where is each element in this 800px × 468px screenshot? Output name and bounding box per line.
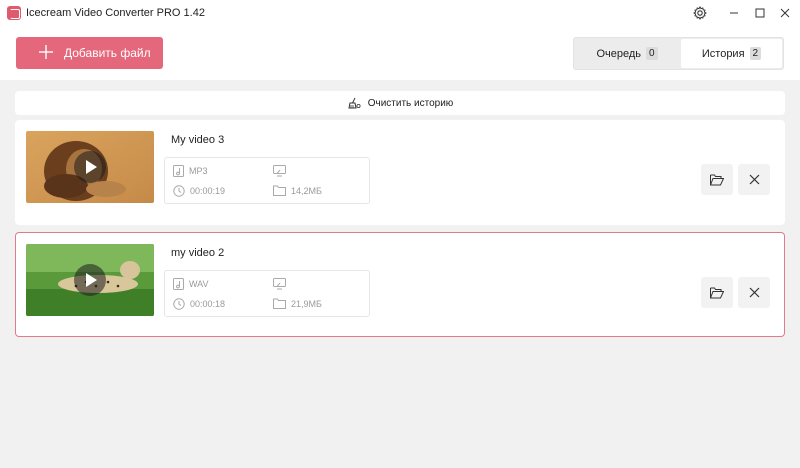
close-icon[interactable] bbox=[775, 3, 795, 23]
toolbar: Добавить файл Очередь 0 История 2 bbox=[0, 26, 800, 80]
format-info: WAV bbox=[173, 278, 209, 290]
clock-icon bbox=[173, 185, 185, 197]
close-icon bbox=[749, 287, 759, 298]
settings-icon[interactable] bbox=[690, 3, 710, 23]
plus-icon bbox=[39, 45, 53, 59]
app-title: Icecream Video Converter PRO 1.42 bbox=[26, 7, 205, 19]
clear-history-button[interactable]: Очистить историю bbox=[15, 91, 785, 115]
folder-icon bbox=[273, 185, 286, 196]
size-info: 21,9МБ bbox=[273, 298, 322, 309]
folder-icon bbox=[273, 298, 286, 309]
resolution-info bbox=[273, 165, 291, 177]
remove-item-button[interactable] bbox=[738, 277, 770, 308]
monitor-icon bbox=[273, 165, 286, 177]
music-note-icon bbox=[173, 165, 184, 177]
duration-info: 00:00:18 bbox=[173, 298, 225, 310]
add-file-label: Добавить файл bbox=[64, 46, 151, 60]
tab-history[interactable]: История 2 bbox=[681, 39, 782, 68]
video-thumbnail[interactable] bbox=[26, 131, 154, 203]
open-folder-icon bbox=[710, 287, 724, 298]
duration-value: 00:00:18 bbox=[190, 299, 226, 309]
size-info: 14,2МБ bbox=[273, 185, 322, 196]
video-meta: MP3 00:00:19 14,2МБ bbox=[164, 157, 370, 204]
close-icon bbox=[749, 174, 759, 185]
title-bar: Icecream Video Converter PRO 1.42 bbox=[0, 0, 800, 26]
history-count-badge: 2 bbox=[749, 47, 762, 60]
maximize-icon[interactable] bbox=[750, 3, 770, 23]
video-title: my video 2 bbox=[171, 247, 225, 259]
view-tabs: Очередь 0 История 2 bbox=[573, 37, 784, 70]
open-folder-button[interactable] bbox=[701, 277, 733, 308]
video-meta: WAV 00:00:18 21,9МБ bbox=[164, 270, 370, 317]
remove-item-button[interactable] bbox=[738, 164, 770, 195]
format-value: WAV bbox=[189, 279, 209, 289]
queue-count-badge: 0 bbox=[646, 47, 658, 60]
music-note-icon bbox=[173, 278, 184, 290]
format-value: MP3 bbox=[189, 166, 208, 176]
add-file-button[interactable]: Добавить файл bbox=[16, 37, 163, 69]
duration-info: 00:00:19 bbox=[173, 185, 225, 197]
tab-queue-label: Очередь bbox=[596, 47, 641, 60]
app-logo-icon bbox=[7, 6, 21, 20]
open-folder-button[interactable] bbox=[701, 164, 733, 195]
monitor-icon bbox=[273, 278, 286, 290]
size-value: 21,9МБ bbox=[291, 298, 322, 309]
tab-queue[interactable]: Очередь 0 bbox=[575, 39, 679, 68]
play-icon[interactable] bbox=[74, 151, 106, 183]
play-icon[interactable] bbox=[74, 264, 106, 296]
open-folder-icon bbox=[710, 174, 724, 185]
history-item[interactable]: my video 2 WAV 00:00:18 21,9МБ bbox=[15, 232, 785, 337]
size-value: 14,2МБ bbox=[291, 185, 322, 196]
history-item[interactable]: My video 3 MP3 00:00:19 14,2МБ bbox=[15, 120, 785, 225]
duration-value: 00:00:19 bbox=[190, 186, 226, 196]
tab-history-label: История bbox=[701, 47, 745, 60]
broom-icon bbox=[348, 97, 361, 109]
resolution-info bbox=[273, 278, 291, 290]
clock-icon bbox=[173, 298, 185, 310]
minimize-icon[interactable] bbox=[724, 3, 744, 23]
clear-history-label: Очистить историю bbox=[367, 97, 454, 109]
format-info: MP3 bbox=[173, 165, 208, 177]
video-title: My video 3 bbox=[171, 134, 225, 146]
video-thumbnail[interactable] bbox=[26, 244, 154, 316]
